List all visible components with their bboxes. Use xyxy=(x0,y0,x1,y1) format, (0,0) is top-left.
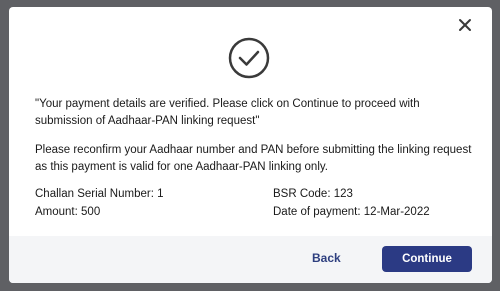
verification-message: "Your payment details are verified. Plea… xyxy=(35,98,420,127)
check-circle-icon xyxy=(227,36,271,80)
back-button[interactable]: Back xyxy=(312,251,341,265)
amount: Amount: 500 xyxy=(35,205,100,220)
dialog-footer: Back Continue xyxy=(9,236,492,283)
date-of-payment: Date of payment: 12-Mar-2022 xyxy=(273,205,430,220)
date-value: 12-Mar-2022 xyxy=(363,206,430,218)
bsr-label: BSR Code: xyxy=(273,188,331,200)
reconfirm-message: Please reconfirm your Aadhaar number and… xyxy=(35,144,472,173)
challan-value: 1 xyxy=(157,188,164,200)
bsr-value: 123 xyxy=(333,188,353,200)
bsr-code: BSR Code: 123 xyxy=(273,187,353,202)
challan-serial-number: Challan Serial Number: 1 xyxy=(35,187,164,202)
continue-button[interactable]: Continue xyxy=(382,246,472,272)
challan-label: Challan Serial Number: xyxy=(35,188,154,200)
amount-label: Amount: xyxy=(35,206,78,218)
date-label: Date of payment: xyxy=(273,206,361,218)
amount-value: 500 xyxy=(81,206,101,218)
close-icon[interactable] xyxy=(455,15,475,35)
payment-verified-dialog: "Your payment details are verified. Plea… xyxy=(9,7,492,283)
